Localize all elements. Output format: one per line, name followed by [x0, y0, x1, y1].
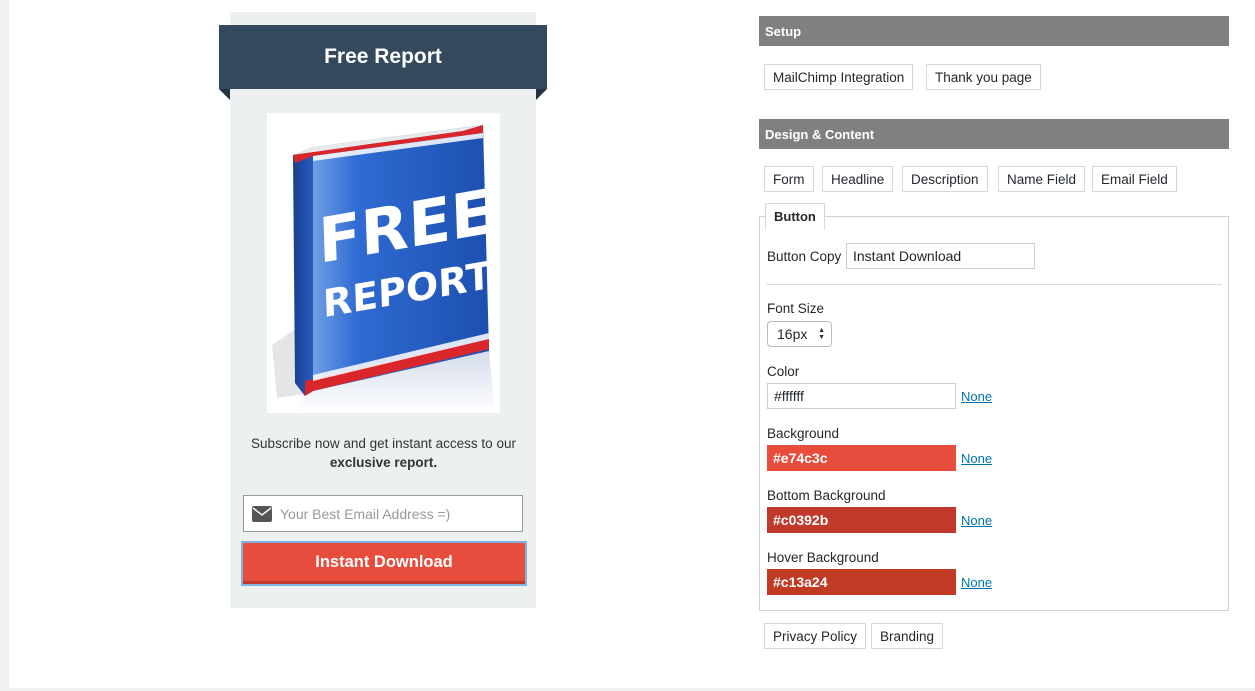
tab-button[interactable]: Button — [765, 203, 825, 230]
font-size-label: Font Size — [767, 301, 825, 316]
design-content-section-header: Design & Content — [759, 119, 1229, 149]
description-bold-text: exclusive report. — [329, 455, 438, 470]
hover-background-color-input[interactable] — [767, 569, 956, 595]
preview-headline: Free Report — [219, 25, 547, 89]
font-size-value: 16px — [777, 326, 808, 342]
color-none-link[interactable]: None — [961, 389, 992, 404]
tab-name-field[interactable]: Name Field — [998, 166, 1086, 192]
tab-description[interactable]: Description — [902, 166, 988, 192]
branding-button[interactable]: Branding — [871, 623, 944, 649]
preview-description: Subscribe now and get instant access to … — [240, 434, 527, 472]
instant-download-button[interactable]: Instant Download — [243, 543, 525, 584]
email-field-wrapper — [243, 495, 523, 532]
hover-background-label: Hover Background — [767, 550, 879, 565]
description-text: Subscribe now and get instant access to … — [251, 436, 516, 451]
select-arrows-icon: ▲ ▼ — [818, 327, 825, 341]
bottom-background-none-link[interactable]: None — [961, 513, 992, 528]
background-color-input[interactable] — [767, 445, 956, 471]
background-none-link[interactable]: None — [961, 451, 992, 466]
background-label: Background — [767, 426, 840, 441]
ribbon-fold-right — [536, 89, 547, 100]
bottom-background-color-input[interactable] — [767, 507, 956, 533]
tab-form[interactable]: Form — [764, 166, 814, 192]
tab-headline[interactable]: Headline — [822, 166, 894, 192]
setup-section-header: Setup — [759, 16, 1229, 46]
tab-email-field[interactable]: Email Field — [1092, 166, 1177, 192]
privacy-policy-button[interactable]: Privacy Policy — [764, 623, 867, 649]
button-copy-label: Button Copy — [767, 249, 842, 264]
font-size-select[interactable]: 16px ▲ ▼ — [767, 321, 832, 347]
mailchimp-integration-button[interactable]: MailChimp Integration — [764, 64, 914, 90]
bottom-background-label: Bottom Background — [767, 488, 886, 503]
hover-background-none-link[interactable]: None — [961, 575, 992, 590]
envelope-icon — [252, 505, 272, 522]
color-input[interactable] — [767, 383, 956, 409]
button-copy-input[interactable] — [846, 243, 1035, 269]
color-label: Color — [767, 364, 800, 379]
report-cover-image: FREE REPORT — [267, 113, 500, 413]
thank-you-page-button[interactable]: Thank you page — [926, 64, 1041, 90]
email-input[interactable] — [280, 505, 510, 522]
ribbon-fold-left — [219, 89, 230, 100]
divider — [766, 284, 1222, 285]
